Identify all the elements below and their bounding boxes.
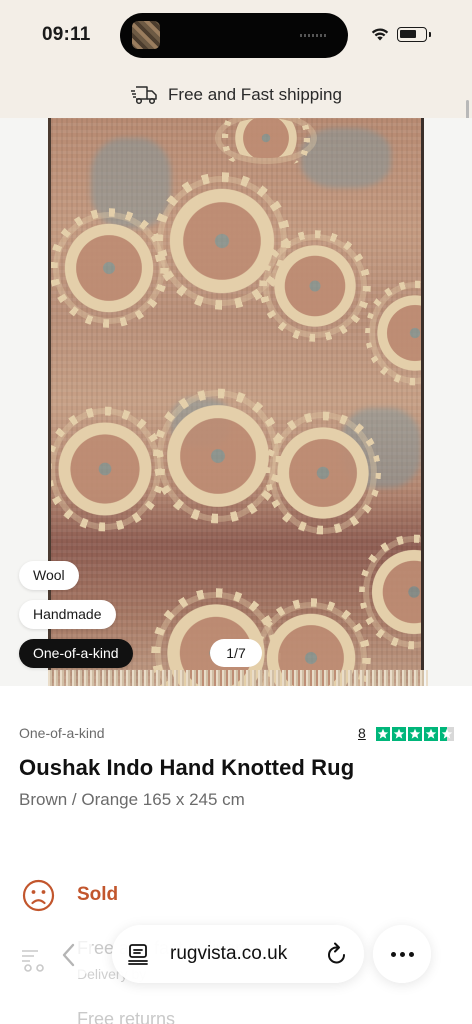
more-options-button[interactable] (373, 925, 431, 983)
shipping-text: Free and Fast shipping (168, 85, 342, 104)
wifi-icon (371, 28, 389, 41)
tag-one-of-a-kind: One-of-a-kind (19, 639, 133, 668)
back-button[interactable] (44, 930, 94, 980)
review-count-link[interactable]: 8 (358, 725, 366, 741)
status-bar: 09:11 (0, 0, 472, 72)
delivery-icon (22, 950, 44, 972)
battery-icon (397, 27, 431, 42)
dynamic-island (120, 13, 348, 58)
rug-fringe (48, 670, 428, 686)
star-icon (376, 727, 390, 741)
status-time: 09:11 (42, 24, 91, 45)
star-icon (424, 727, 438, 741)
reload-icon[interactable] (326, 942, 348, 966)
product-title: Oushak Indo Hand Knotted Rug (19, 755, 355, 780)
reader-mode-icon[interactable] (128, 943, 148, 965)
star-icon (408, 727, 422, 741)
trustpilot-rating[interactable] (376, 727, 454, 741)
sad-face-icon (22, 879, 55, 912)
star-icon (392, 727, 406, 741)
shipping-banner: Free and Fast shipping (0, 72, 472, 118)
address-bar[interactable]: rugvista.co.uk (112, 925, 364, 983)
half-star-icon (440, 727, 454, 741)
product-category: One-of-a-kind (19, 725, 105, 741)
product-image-gallery[interactable]: Wool Handmade One-of-a-kind 1/7 (0, 118, 472, 686)
island-indicator (300, 34, 326, 37)
tag-handmade: Handmade (19, 600, 116, 629)
returns-title: Free returns (77, 1009, 176, 1024)
url-text[interactable]: rugvista.co.uk (170, 943, 287, 965)
image-counter: 1/7 (210, 639, 262, 667)
now-playing-thumbnail (132, 21, 160, 49)
ellipsis-icon (390, 951, 396, 957)
tag-wool: Wool (19, 561, 79, 590)
truck-icon (131, 86, 157, 105)
availability-status: Sold (77, 884, 119, 905)
chevron-left-icon (62, 943, 75, 967)
product-subtitle: Brown / Orange 165 x 245 cm (19, 790, 245, 809)
